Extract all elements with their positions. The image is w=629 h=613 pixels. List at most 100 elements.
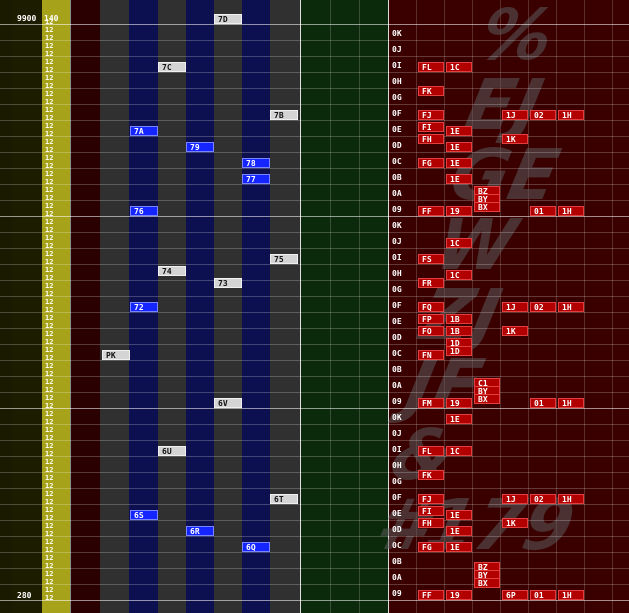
- note[interactable]: 19: [446, 590, 472, 600]
- note[interactable]: 1C: [446, 446, 472, 456]
- note[interactable]: 1H: [558, 590, 584, 600]
- note[interactable]: FQ: [418, 302, 444, 312]
- note[interactable]: FK: [418, 86, 444, 96]
- note[interactable]: 77: [242, 174, 270, 184]
- note[interactable]: 1J: [502, 302, 528, 312]
- measure-label: 0K: [392, 221, 402, 230]
- note[interactable]: 78: [242, 158, 270, 168]
- note[interactable]: 1D: [446, 346, 472, 356]
- note[interactable]: 6Q: [242, 542, 270, 552]
- note[interactable]: FJ: [418, 494, 444, 504]
- note[interactable]: 1E: [446, 526, 472, 536]
- note[interactable]: FN: [418, 350, 444, 360]
- note[interactable]: 1J: [502, 494, 528, 504]
- note[interactable]: 7D: [214, 14, 242, 24]
- note[interactable]: 1E: [446, 542, 472, 552]
- note[interactable]: FL: [418, 446, 444, 456]
- note[interactable]: 6S: [130, 510, 158, 520]
- note[interactable]: FL: [418, 62, 444, 72]
- note[interactable]: 74: [158, 266, 186, 276]
- note[interactable]: FG: [418, 158, 444, 168]
- note[interactable]: FR: [418, 278, 444, 288]
- note[interactable]: 75: [270, 254, 298, 264]
- note[interactable]: 01: [530, 590, 556, 600]
- note[interactable]: 1B: [446, 326, 472, 336]
- note[interactable]: 01: [530, 206, 556, 216]
- note[interactable]: 19: [446, 206, 472, 216]
- note[interactable]: 1C: [446, 238, 472, 248]
- note[interactable]: 7C: [158, 62, 186, 72]
- note[interactable]: 02: [530, 494, 556, 504]
- note[interactable]: FJ: [418, 110, 444, 120]
- note[interactable]: FK: [418, 470, 444, 480]
- note[interactable]: 72: [130, 302, 158, 312]
- note[interactable]: 1E: [446, 174, 472, 184]
- note[interactable]: 6P: [502, 590, 528, 600]
- note[interactable]: 79: [186, 142, 214, 152]
- measure-label: 0H: [392, 461, 402, 470]
- note[interactable]: 1J: [502, 110, 528, 120]
- note[interactable]: 6U: [158, 446, 186, 456]
- measure-label: 0A: [392, 573, 402, 582]
- note[interactable]: FF: [418, 206, 444, 216]
- note[interactable]: 02: [530, 110, 556, 120]
- note[interactable]: 7B: [270, 110, 298, 120]
- note[interactable]: BX: [474, 394, 500, 404]
- measure-label: 0K: [392, 413, 402, 422]
- measure-label: 0C: [392, 157, 402, 166]
- note[interactable]: FG: [418, 542, 444, 552]
- note[interactable]: FH: [418, 134, 444, 144]
- note[interactable]: FF: [418, 590, 444, 600]
- note[interactable]: 02: [530, 302, 556, 312]
- note[interactable]: PK: [102, 350, 130, 360]
- measure-label: 09: [392, 589, 402, 598]
- note[interactable]: 6V: [214, 398, 242, 408]
- note[interactable]: 19: [446, 398, 472, 408]
- measure-label: 09: [392, 205, 402, 214]
- note[interactable]: FH: [418, 518, 444, 528]
- measure-label: 0H: [392, 77, 402, 86]
- note[interactable]: 1E: [446, 142, 472, 152]
- measure-label: 0E: [392, 125, 402, 134]
- note[interactable]: 1C: [446, 270, 472, 280]
- note[interactable]: BX: [474, 202, 500, 212]
- note[interactable]: 1K: [502, 326, 528, 336]
- note[interactable]: 73: [214, 278, 242, 288]
- note[interactable]: 1E: [446, 126, 472, 136]
- note[interactable]: FP: [418, 314, 444, 324]
- note[interactable]: FI: [418, 506, 444, 516]
- measure-label: 0D: [392, 333, 402, 342]
- note[interactable]: 1H: [558, 398, 584, 408]
- measure-label: 0I: [392, 253, 402, 262]
- note[interactable]: 6R: [186, 526, 214, 536]
- note[interactable]: 7A: [130, 126, 158, 136]
- measure-label: 0G: [392, 477, 402, 486]
- measure-label: 0C: [392, 541, 402, 550]
- key-lane-6: [242, 0, 270, 613]
- note[interactable]: 1E: [446, 510, 472, 520]
- measure-label: 09: [392, 397, 402, 406]
- note[interactable]: 1B: [446, 314, 472, 324]
- note[interactable]: 1H: [558, 110, 584, 120]
- key-lane-4: [186, 0, 214, 613]
- note[interactable]: 1K: [502, 518, 528, 528]
- note[interactable]: 6T: [270, 494, 298, 504]
- note[interactable]: FI: [418, 122, 444, 132]
- measure-label: 0J: [392, 429, 402, 438]
- note[interactable]: 1H: [558, 302, 584, 312]
- note[interactable]: 1E: [446, 414, 472, 424]
- measure-label: 0F: [392, 109, 402, 118]
- note[interactable]: 01: [530, 398, 556, 408]
- note[interactable]: BX: [474, 578, 500, 588]
- note[interactable]: 76: [130, 206, 158, 216]
- note[interactable]: FO: [418, 326, 444, 336]
- note[interactable]: 1H: [558, 206, 584, 216]
- note[interactable]: FS: [418, 254, 444, 264]
- note[interactable]: 1H: [558, 494, 584, 504]
- note[interactable]: 1E: [446, 158, 472, 168]
- note[interactable]: FM: [418, 398, 444, 408]
- note[interactable]: 1C: [446, 62, 472, 72]
- measure-label: 0G: [392, 285, 402, 294]
- measure-label: 0B: [392, 365, 402, 374]
- note[interactable]: 1K: [502, 134, 528, 144]
